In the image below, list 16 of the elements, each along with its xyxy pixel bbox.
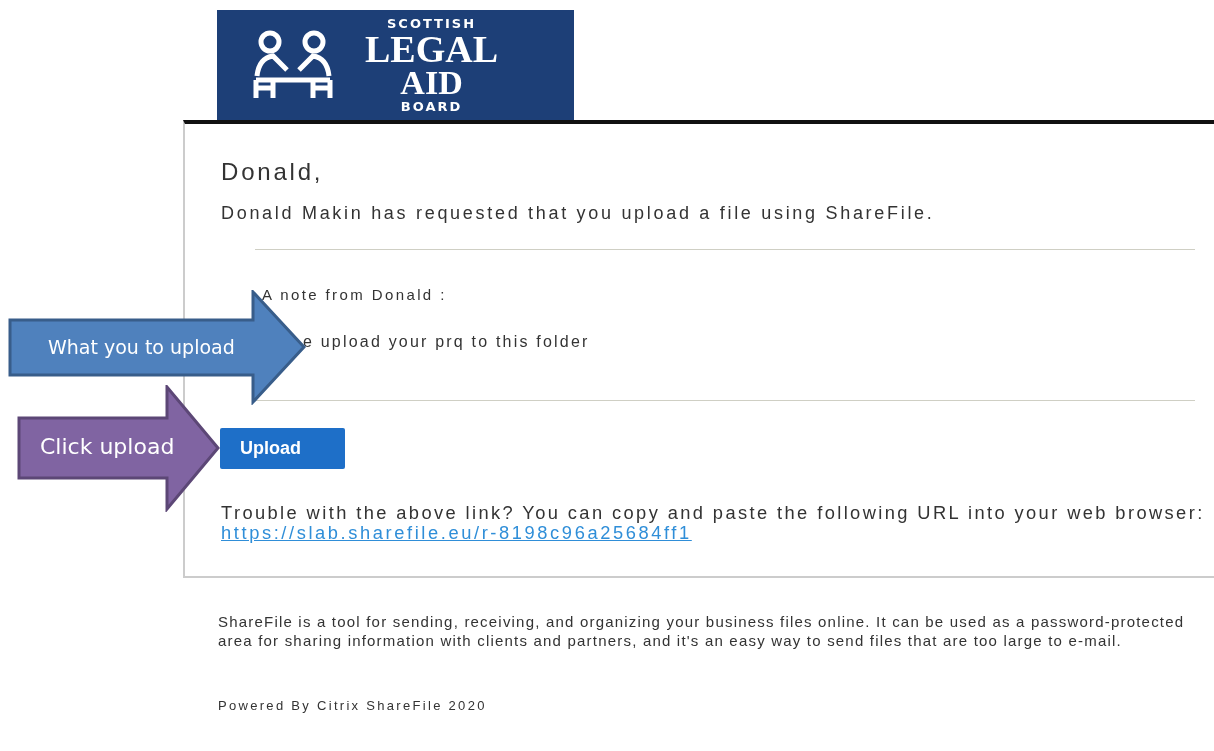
about-text: ShareFile is a tool for sending, receiving, and organizing your business files online. It can be used as a password-protected area for sharing information with clients and partners, and it's an easy way to send files that are too large to e-mail. (218, 612, 1186, 650)
callout-label: What you to upload (48, 338, 235, 357)
upload-button[interactable]: Upload (220, 428, 345, 469)
logo-text: AID (400, 67, 463, 99)
logo-text: SCOTTISH (387, 16, 477, 30)
upload-link[interactable]: https://slab.sharefile.eu/r-8198c96a25684ff1 (221, 522, 692, 543)
message-text: Donald Makin has requested that you upload a file using ShareFile. (221, 203, 936, 224)
powered-by-text: Powered By Citrix ShareFile 2020 (218, 698, 488, 713)
note-label: A note from Donald : (262, 286, 448, 303)
people-at-table-icon (251, 30, 335, 100)
logo-text: BOARD (400, 100, 463, 114)
logo-text: LEGAL (365, 31, 499, 66)
greeting: Donald, (221, 158, 325, 186)
callout-label: Click upload (40, 436, 175, 458)
note-text: e upload your prq to this folder (303, 333, 591, 351)
trouble-text: Trouble with the above link? You can copy and paste the following URL into your web browser: (221, 503, 1206, 523)
